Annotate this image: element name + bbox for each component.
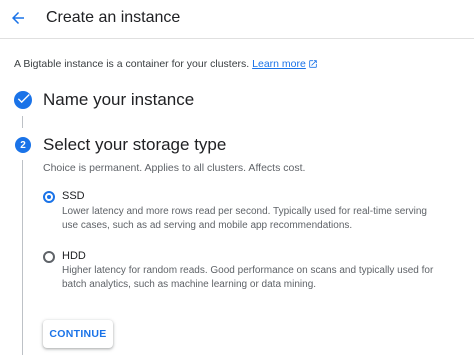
intro-description: A Bigtable instance is a container for y…: [14, 58, 250, 70]
hdd-label[interactable]: HDD: [62, 250, 86, 262]
arrow-back-icon: [12, 12, 24, 24]
continue-button[interactable]: CONTINUE: [43, 320, 113, 348]
page-header: Create an instance: [0, 0, 474, 39]
hdd-description: Higher latency for random reads. Good pe…: [62, 264, 462, 292]
ssd-description-line: use cases, such as ad serving and mobile…: [62, 220, 353, 231]
back-button[interactable]: [6, 6, 30, 30]
step-1-title[interactable]: Name your instance: [43, 90, 194, 110]
check-circle-icon: [14, 91, 32, 109]
step-2-title: Select your storage type: [43, 135, 227, 154]
ssd-radio[interactable]: [43, 191, 55, 203]
intro-text: A Bigtable instance is a container for y…: [14, 58, 318, 70]
page-title: Create an instance: [46, 9, 181, 26]
step-2-number-badge: 2: [15, 137, 31, 153]
learn-more-link[interactable]: Learn more: [252, 58, 306, 70]
ssd-description-line: Lower latency and more rows read per sec…: [62, 206, 427, 217]
ssd-description: Lower latency and more rows read per sec…: [62, 205, 462, 233]
ssd-label[interactable]: SSD: [62, 190, 85, 202]
step-2-description: Choice is permanent. Applies to all clus…: [43, 162, 306, 174]
learn-more-label: Learn more: [252, 58, 306, 70]
step-connector: [22, 160, 23, 355]
hdd-description-line: batch analytics, such as machine learnin…: [62, 279, 317, 290]
hdd-radio[interactable]: [43, 251, 55, 263]
step-connector: [22, 116, 23, 128]
open-in-new-icon[interactable]: [308, 59, 318, 69]
hdd-description-line: Higher latency for random reads. Good pe…: [62, 265, 434, 276]
